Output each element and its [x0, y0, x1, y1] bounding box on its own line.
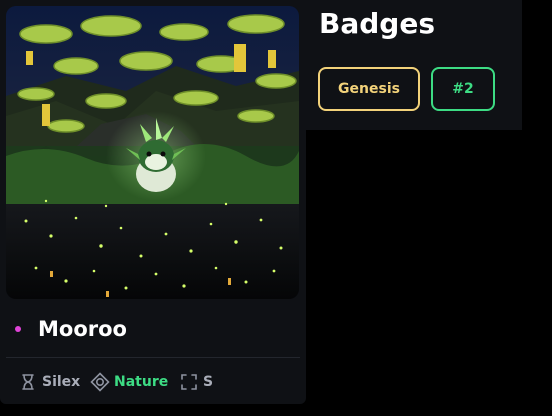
creature-name-row: Mooroo — [0, 306, 306, 352]
creature-name: Mooroo — [38, 317, 127, 341]
creature-artwork[interactable] — [6, 6, 299, 299]
trait-size: S — [179, 370, 213, 394]
creature-card[interactable]: Mooroo Silex Nature S — [0, 0, 306, 404]
name-status-dot — [15, 326, 21, 332]
creature-artwork-image — [6, 6, 299, 299]
trait-label: Nature — [114, 374, 169, 390]
trait-label: S — [203, 374, 214, 390]
trait-list: Silex Nature S — [0, 366, 306, 398]
diamond-target-icon — [90, 372, 110, 392]
page: Mooroo Silex Nature S Badges Genesis #2 — [0, 0, 552, 416]
size-frame-icon — [179, 372, 199, 392]
trait-label: Silex — [42, 374, 81, 390]
trait-silex: Silex — [18, 370, 80, 394]
badges-panel: Badges Genesis #2 — [306, 0, 522, 130]
badge-genesis[interactable]: Genesis — [318, 67, 420, 111]
trait-nature: Nature — [90, 370, 168, 394]
badge-number[interactable]: #2 — [431, 67, 495, 111]
badges-title: Badges — [319, 7, 435, 40]
card-divider — [6, 357, 300, 358]
hourglass-icon — [18, 372, 38, 392]
